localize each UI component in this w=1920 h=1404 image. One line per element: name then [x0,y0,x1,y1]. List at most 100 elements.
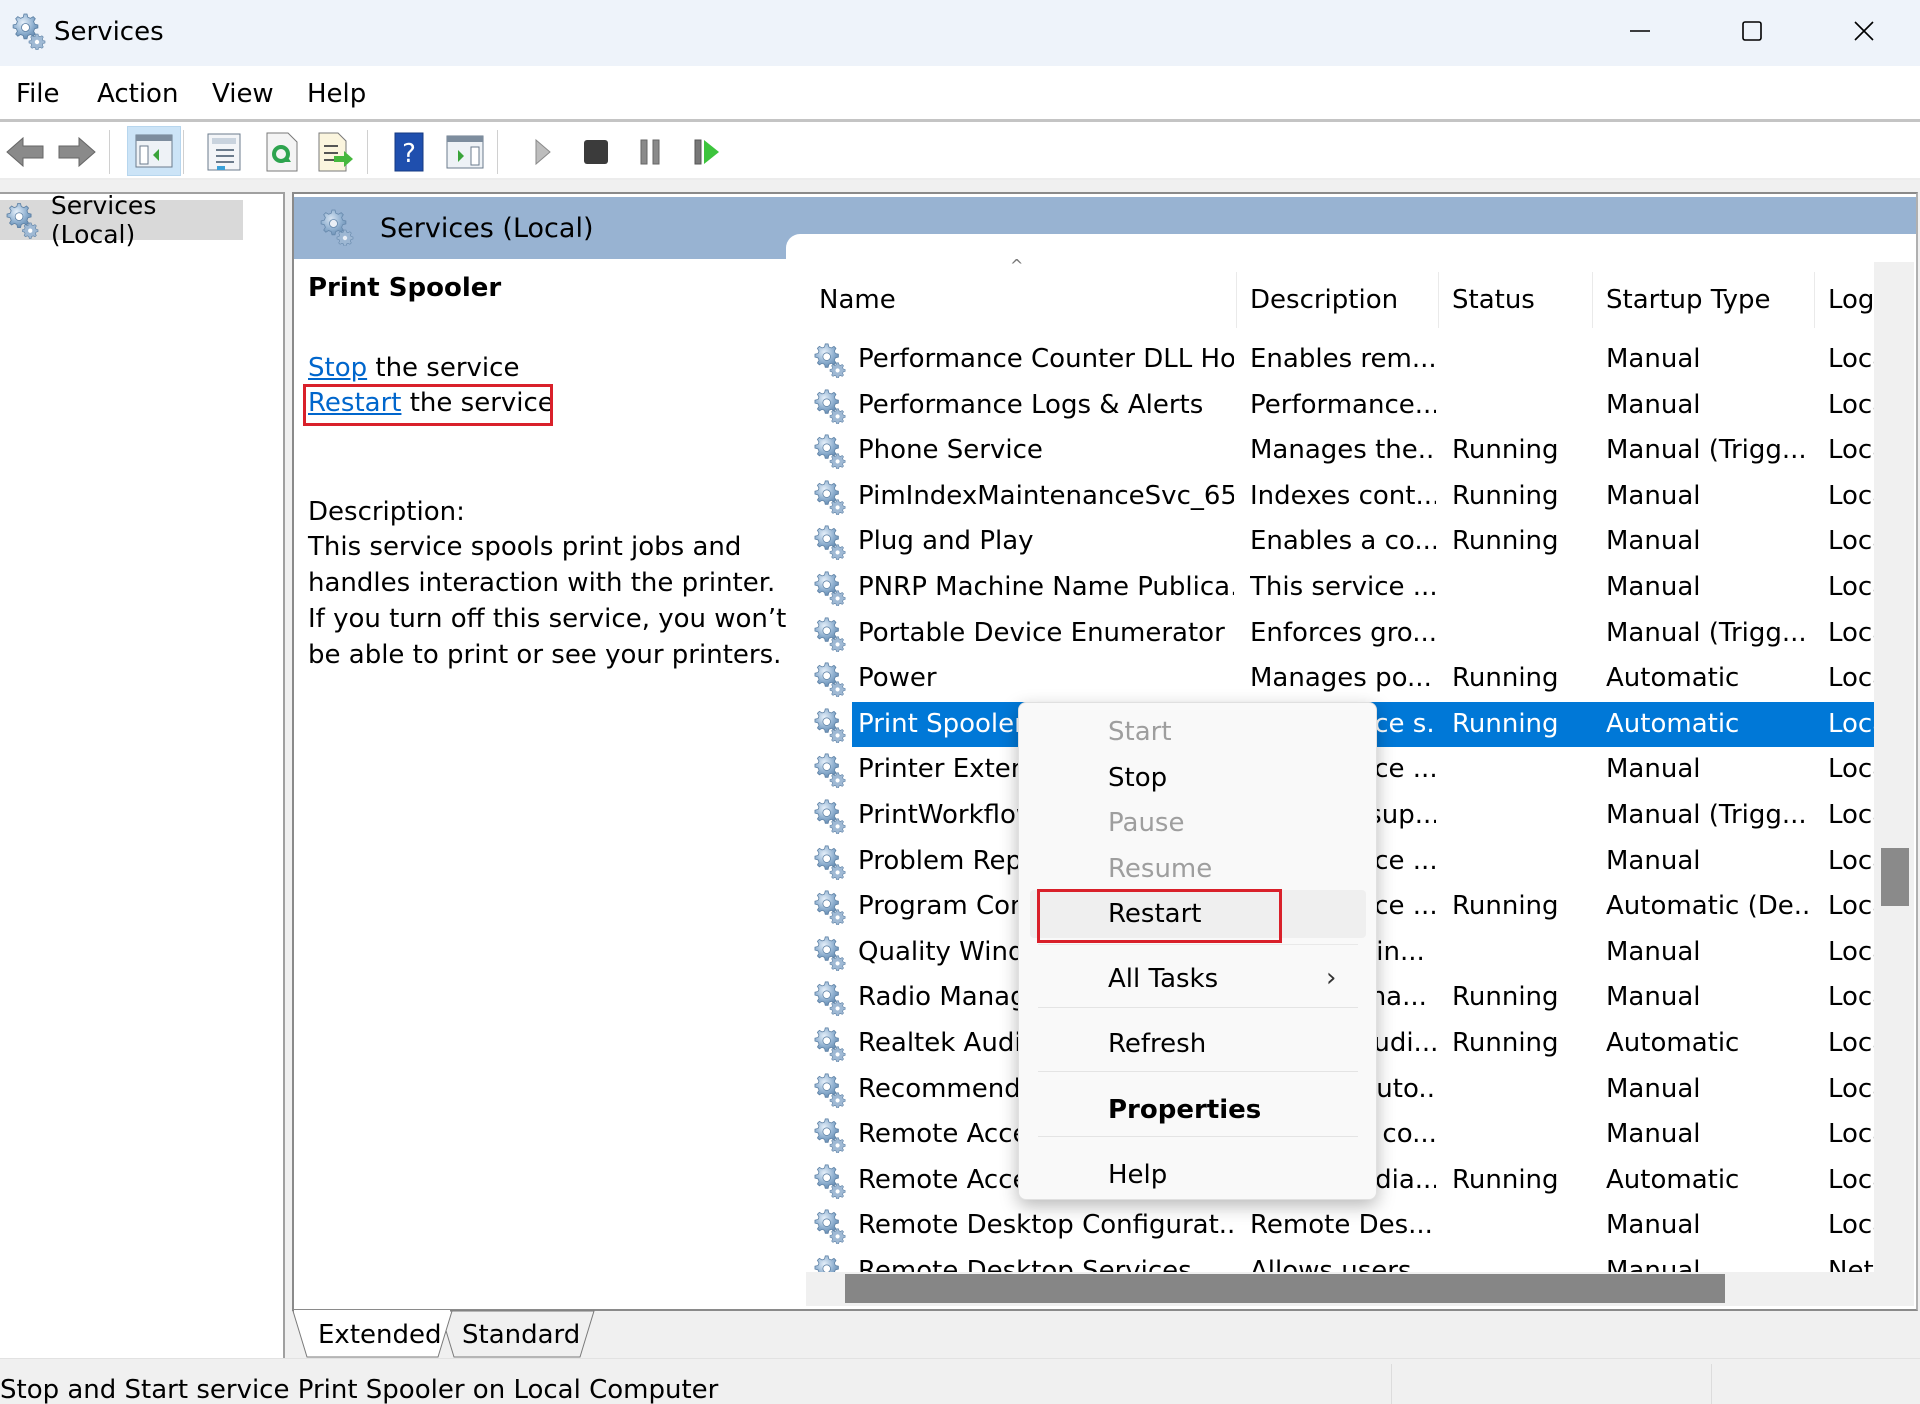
table-row[interactable]: PimIndexMaintenanceSvc_65... Indexes cont… [806,474,1874,520]
context-menu-item-refresh[interactable]: Refresh [1108,1026,1206,1062]
table-row[interactable]: Remote Desktop Services Allows users ... M… [806,1249,1874,1272]
vertical-scrollbar-thumb[interactable] [1881,848,1909,906]
context-menu-item-all-tasks[interactable]: All Tasks [1108,961,1218,997]
cell-name: PimIndexMaintenanceSvc_65... [858,480,1234,511]
refresh-button[interactable] [257,128,307,176]
menu-help[interactable]: Help [303,76,370,112]
column-header-status[interactable]: Status [1439,272,1593,328]
stop-service-link[interactable]: Stop [308,353,367,383]
toolbar-separator [109,130,110,174]
menu-action[interactable]: Action [93,76,182,112]
service-gear-icon [814,571,846,606]
context-menu-item-stop[interactable]: Stop [1108,760,1167,796]
cell-description: Enables rem... [1250,344,1436,374]
table-row[interactable]: Phone Service Manages the... Running Manual… [806,428,1874,474]
table-row[interactable]: Performance Logs & Alerts Performance... M… [806,383,1874,429]
properties-icon [207,133,241,171]
start-service-icon [535,138,551,166]
cell-status: Running [1452,982,1559,1013]
properties-button[interactable] [199,128,249,176]
service-gear-icon [814,617,846,652]
help-button[interactable]: ? [384,128,434,176]
back-button[interactable] [0,128,50,176]
cell-description: Allows users ... [1250,1256,1436,1272]
export-list-icon [318,132,353,172]
cell-log-on-as: Loca [1828,800,1874,830]
minimize-button[interactable] [1610,8,1670,54]
services-icon [6,202,39,239]
cell-description: Indexes cont... [1250,480,1436,511]
cell-startup-type: Manual (Trigg... [1606,435,1807,466]
cell-description: This service ... [1250,572,1436,602]
cell-log-on-as: Loca [1828,389,1874,420]
cell-startup-type: Automatic [1606,1028,1740,1058]
service-gear-icon [814,753,846,789]
svg-text:?: ? [402,139,416,169]
table-row[interactable]: Portable Device Enumerator ... Enforces g… [806,611,1874,657]
cell-startup-type: Manual [1606,526,1701,557]
stop-service-button[interactable] [571,128,621,176]
column-header-log-on-as[interactable]: Log [1815,272,1874,328]
table-row[interactable]: Plug and Play Enables a co... Running Manua… [806,519,1874,565]
menu-file[interactable]: File [12,76,64,112]
tree-item-label: Services (Local) [50,191,157,249]
cell-log-on-as: Loca [1828,1028,1874,1058]
start-service-button[interactable] [518,128,568,176]
cell-log-on-as: Loca [1828,526,1874,557]
column-header-startup-type[interactable]: Startup Type [1593,272,1815,328]
maximize-button[interactable] [1722,8,1782,54]
context-menu-item-help[interactable]: Help [1108,1157,1167,1193]
context-menu-item-properties[interactable]: Properties [1108,1092,1261,1128]
export-list-button[interactable] [311,128,361,176]
restart-link-highlight-box [303,384,553,426]
service-gear-icon [814,890,846,926]
tab-extended[interactable]: Extended [293,1312,443,1358]
cell-log-on-as: Loca [1828,1164,1874,1195]
close-button[interactable] [1834,8,1894,54]
cell-startup-type: Manual [1606,754,1701,785]
cell-startup-type: Manual (Trigg... [1606,617,1807,648]
service-gear-icon [814,981,846,1017]
pause-service-button[interactable] [625,128,675,176]
cell-startup-type: Manual [1606,1210,1701,1241]
help-icon: ? [394,132,424,172]
table-row[interactable]: Remote Desktop Configurat... Remote Des..… [806,1203,1874,1249]
selected-service-name: Print Spooler [308,273,502,303]
forward-button[interactable] [52,128,102,176]
cell-startup-type: Manual [1606,1073,1701,1104]
service-gear-icon [814,1209,846,1245]
tab-standard[interactable]: Standard [440,1312,594,1358]
context-menu-separator [1038,1007,1358,1008]
context-menu-item-resume: Resume [1108,854,1213,884]
tree-item-services-local[interactable]: Services (Local) [0,191,243,249]
vertical-scrollbar[interactable] [1874,262,1914,1272]
show-hide-console-tree-button[interactable] [127,126,181,176]
toolbar-separator [497,130,498,174]
scrollbar-corner [1874,1272,1914,1306]
context-menu-separator [1038,944,1358,945]
table-row[interactable]: Power Manages po... Running Automatic Loca [806,656,1874,702]
cell-description: Enforces gro... [1250,617,1436,648]
resume-service-button[interactable] [682,128,732,176]
status-bar-separator [1391,1364,1392,1404]
cell-startup-type: Manual [1606,1119,1701,1150]
cell-log-on-as: Loca [1828,617,1874,648]
service-gear-icon [814,1073,846,1108]
service-gear-icon [814,799,846,834]
column-header-description[interactable]: Description [1237,272,1439,328]
show-hide-action-pane-button[interactable] [440,128,490,176]
cell-startup-type: Manual [1606,389,1701,420]
menu-view[interactable]: View [208,76,278,112]
table-row[interactable]: PNRP Machine Name Publica... This service… [806,565,1874,611]
minimize-icon [1630,30,1650,32]
horizontal-scrollbar-thumb[interactable] [845,1274,1725,1303]
pause-service-icon [640,139,660,165]
window-title: Services [54,17,164,47]
column-header-name[interactable]: Name [806,272,1237,328]
back-icon [6,136,44,168]
table-row[interactable]: Performance Counter DLL Host Enables rem.… [806,337,1874,383]
cell-name: Phone Service [858,435,1043,466]
cell-name: PNRP Machine Name Publica... [858,572,1234,602]
service-gear-icon [814,480,846,515]
service-gear-icon [814,662,846,698]
